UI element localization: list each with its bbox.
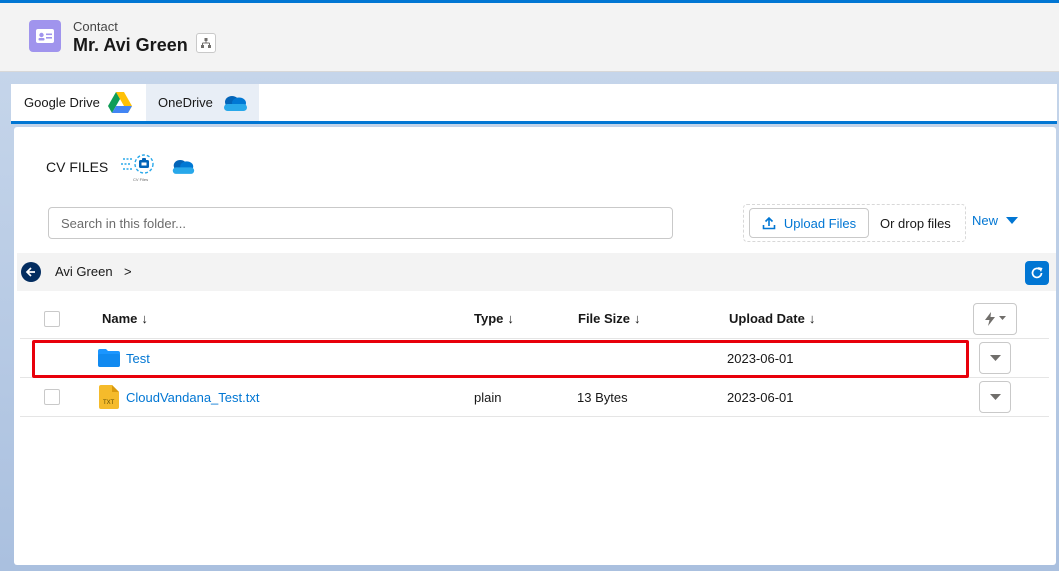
record-object-type: Contact [73,19,118,34]
sort-arrow-down-icon: ↓ [507,311,514,326]
row-actions-button[interactable] [979,381,1011,413]
google-drive-icon [107,91,132,114]
bulk-actions-button[interactable] [973,302,1017,335]
caret-down-icon [998,316,1006,320]
onedrive-icon [221,94,249,112]
sort-arrow-down-icon: ↓ [141,311,148,326]
column-header-file-size[interactable]: File Size ↓ [578,299,641,338]
column-header-name[interactable]: Name ↓ [102,299,148,338]
sort-arrow-down-icon: ↓ [634,311,641,326]
breadcrumb-separator: > [124,264,132,279]
folder-icon [98,339,120,377]
table-row[interactable]: Test 2023-06-01 [20,339,1049,378]
new-menu-label: New [972,213,999,228]
refresh-icon [1031,267,1043,279]
tab-google-drive-label: Google Drive [24,95,100,110]
back-button[interactable] [21,262,41,282]
new-menu-button[interactable]: New [972,213,1019,228]
table-row[interactable]: TXT CloudVandana_Test.txt plain 13 Bytes… [20,378,1049,417]
refresh-button[interactable] [1025,261,1049,285]
hierarchy-icon [201,38,211,48]
breadcrumb-item[interactable]: Avi Green [55,264,113,279]
record-title: Mr. Avi Green [73,35,188,55]
file-name-link[interactable]: Test [126,339,150,377]
upload-files-button[interactable]: Upload Files [749,208,869,238]
lightning-icon [984,311,995,326]
contact-card-icon [29,20,61,52]
hierarchy-button[interactable] [196,33,216,53]
upload-icon [762,216,776,230]
tab-onedrive-label: OneDrive [158,95,213,110]
upload-date: 2023-06-01 [727,389,794,405]
file-name-link[interactable]: CloudVandana_Test.txt [126,378,259,416]
column-header-upload-date[interactable]: Upload Date ↓ [729,299,815,338]
cv-files-logo-caption: CV Files [133,177,149,182]
breadcrumb-bar: Avi Green > [17,253,1056,291]
txt-file-icon: TXT [99,378,119,416]
row-checkbox[interactable] [44,389,60,405]
column-header-type[interactable]: Type ↓ [474,299,514,338]
panel-title: CV FILES [46,159,109,175]
sort-arrow-down-icon: ↓ [808,311,816,326]
record-header: Contact Mr. Avi Green [0,3,1059,72]
cv-files-panel: CV FILES CV Files Upload Files Or drop f… [14,127,1056,565]
file-drop-zone[interactable]: Upload Files Or drop files [743,204,966,242]
caret-down-icon [989,393,1001,400]
onedrive-logo-icon [170,158,196,180]
drop-files-text: Or drop files [880,216,951,231]
tab-google-drive[interactable]: Google Drive [11,84,146,121]
file-size: 13 Bytes [577,389,628,405]
cloud-tabs: Google Drive OneDrive [11,84,1057,124]
caret-down-icon [989,354,1001,361]
select-all-checkbox[interactable] [44,310,60,327]
upload-date: 2023-06-01 [727,350,794,366]
caret-down-icon [1006,216,1019,224]
row-actions-button[interactable] [979,342,1011,374]
tab-onedrive[interactable]: OneDrive [146,84,259,121]
table-header-row: Name ↓ Type ↓ File Size ↓ Upload Date ↓ [20,299,1049,339]
folder-search-input[interactable] [48,207,673,239]
upload-files-label: Upload Files [783,215,857,231]
file-type: plain [474,389,502,405]
arrow-left-icon [25,267,35,277]
